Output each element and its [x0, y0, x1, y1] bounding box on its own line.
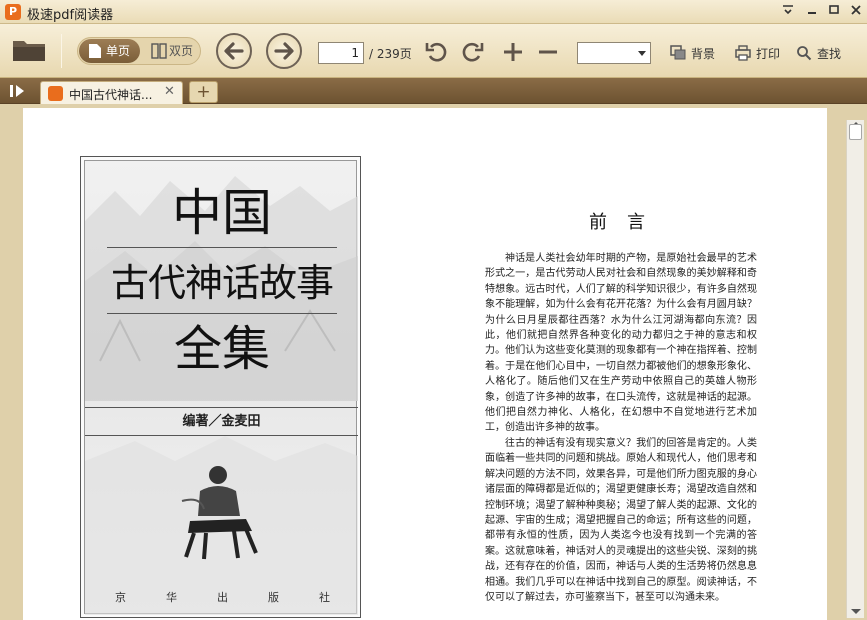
preface-title: 前言: [589, 212, 665, 233]
background-button[interactable]: 背景: [670, 44, 720, 62]
maximize-icon[interactable]: [824, 3, 844, 21]
single-page-icon: [89, 44, 101, 58]
previous-page-button[interactable]: [216, 33, 252, 69]
double-page-button[interactable]: 双页: [142, 39, 198, 63]
tab-label: 中国古代神话...: [69, 88, 153, 102]
open-folder-icon[interactable]: [12, 37, 46, 63]
close-tab-icon[interactable]: ✕: [164, 84, 175, 99]
cover-title-line3: 全集: [173, 321, 270, 377]
arrow-left-icon: [224, 42, 244, 60]
single-page-button[interactable]: 单页: [79, 39, 140, 63]
pdf-file-icon: [48, 86, 63, 101]
scroll-down-icon[interactable]: [851, 609, 861, 614]
book-cover: 中国 古代神话故事 全集 编著／金麦田 京 华 出 版 社: [80, 156, 361, 618]
zoom-select[interactable]: [577, 42, 651, 64]
total-pages-label: / 239页: [369, 47, 412, 61]
zoom-out-icon[interactable]: [535, 39, 561, 65]
chevron-down-icon: [638, 51, 646, 56]
vertical-scrollbar[interactable]: [846, 120, 864, 618]
search-icon: [797, 46, 812, 61]
background-icon: [670, 45, 686, 60]
menu-icon[interactable]: [778, 3, 798, 21]
printer-icon: [735, 45, 751, 61]
cover-title-line2: 古代神话故事: [110, 261, 334, 305]
document-viewer: 中国 古代神话故事 全集 编著／金麦田 京 华 出 版 社 前言 神话是人类社会…: [0, 104, 867, 620]
toolbar: 单页 双页 1 / 239页 背景 打印 查找: [0, 24, 867, 78]
cover-author: 编著／金麦田: [85, 407, 358, 436]
page-mode-switch: 单页 双页: [77, 37, 201, 65]
find-button[interactable]: 查找: [796, 44, 844, 62]
next-page-button[interactable]: [266, 33, 302, 69]
sidebar-toggle-icon[interactable]: [8, 83, 28, 99]
rotate-left-icon[interactable]: [424, 39, 450, 65]
title-bar: P 极速pdf阅读器: [0, 0, 867, 24]
preface-paragraph: 神话是人类社会幼年时期的产物，是原始社会最早的艺术形式之一，是古代劳动人民对社会…: [485, 253, 757, 434]
rotate-right-icon[interactable]: [459, 39, 485, 65]
new-tab-button[interactable]: +: [189, 81, 218, 103]
print-button[interactable]: 打印: [735, 44, 783, 62]
toolbar-divider: [61, 34, 62, 68]
pdf-page: 中国 古代神话故事 全集 编著／金麦田 京 华 出 版 社 前言 神话是人类社会…: [23, 108, 827, 620]
cover-title-line1: 中国: [172, 184, 272, 242]
close-icon[interactable]: [846, 3, 866, 21]
double-page-icon: [151, 43, 167, 59]
tab-bar: 中国古代神话... ✕ +: [0, 78, 867, 104]
arrow-right-icon: [274, 42, 294, 60]
tab-document[interactable]: 中国古代神话... ✕: [40, 81, 183, 104]
preface-paragraph: 往古的神话有没有现实意义？我们的回答是肯定的。人类面临着一些共同的问题和挑战。原…: [485, 437, 757, 603]
minimize-icon[interactable]: [802, 3, 822, 21]
app-title: 极速pdf阅读器: [27, 8, 114, 23]
rider-illustration: [181, 466, 258, 560]
zoom-in-icon[interactable]: [500, 39, 526, 65]
cover-publisher: 京 华 出 版 社: [115, 591, 330, 604]
page-number-input[interactable]: 1: [318, 42, 364, 64]
scroll-thumb[interactable]: [849, 124, 862, 140]
app-logo-icon: P: [5, 4, 21, 20]
preface-text: 神话是人类社会幼年时期的产物，是原始社会最早的艺术形式之一，是古代劳动人民对社会…: [485, 251, 757, 605]
